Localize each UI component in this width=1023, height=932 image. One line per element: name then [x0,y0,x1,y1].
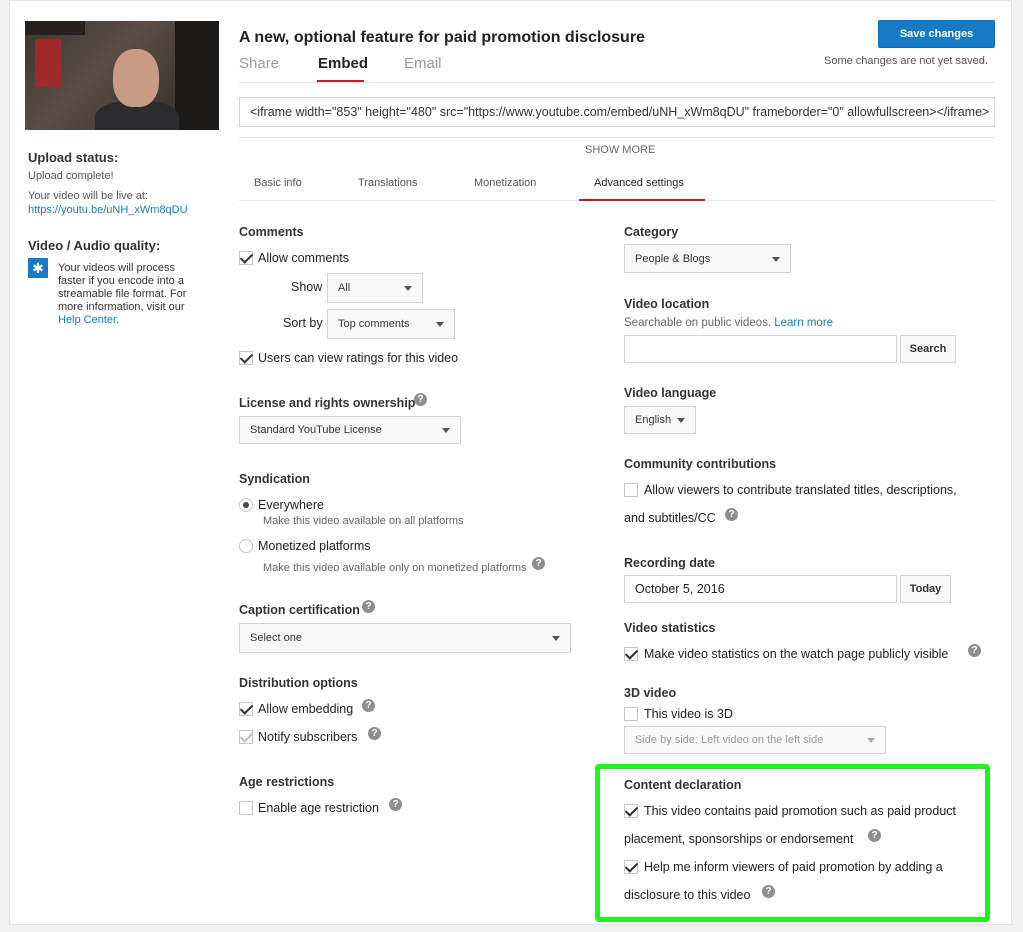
tab-embed[interactable]: Embed [318,55,368,72]
caption-dropdown[interactable]: Select one [239,623,571,653]
monetized-platforms-label: Monetized platforms [258,539,371,553]
chevron-down-icon [677,418,685,423]
statistics-label: Make video statistics on the watch page … [644,647,949,661]
today-button[interactable]: Today [900,575,951,603]
quality-text: Your videos will process faster if you e… [58,262,187,326]
view-ratings-checkbox[interactable] [239,351,253,365]
notify-subscribers-checkbox[interactable] [239,730,253,744]
video-title: A new, optional feature for paid promoti… [239,29,645,46]
monetized-platforms-desc: Make this video available only on moneti… [263,562,527,574]
recording-date-input[interactable]: October 5, 2016 [624,575,897,603]
learn-more-link[interactable]: Learn more [774,317,833,329]
everywhere-radio[interactable] [239,498,253,512]
community-label-line1: Allow viewers to contribute translated t… [644,483,957,497]
show-more-divider [239,137,995,138]
category-dropdown[interactable]: People & Blogs [624,244,791,273]
help-icon[interactable]: ? [414,393,427,406]
statistics-checkbox[interactable] [624,647,638,661]
header-divider [239,82,995,83]
chevron-down-icon [552,636,560,641]
allow-embedding-checkbox[interactable] [239,702,253,716]
location-search-button[interactable]: Search [900,335,956,363]
allow-embedding-label: Allow embedding [258,702,354,716]
show-more-button[interactable]: SHOW MORE [585,144,655,156]
allow-comments-label: Allow comments [258,251,349,265]
help-icon[interactable]: ? [532,557,545,570]
upload-status-heading: Upload status: [28,150,119,165]
chevron-down-icon [772,256,780,262]
3d-layout-dropdown[interactable]: Side by side: Left video on the left sid… [624,726,886,754]
sort-comments-dropdown[interactable]: Top comments [327,309,455,339]
tab-basic-info[interactable]: Basic info [254,177,302,189]
recording-heading: Recording date [624,556,715,570]
quality-heading: Video / Audio quality: [28,238,161,253]
age-restriction-checkbox[interactable] [239,801,253,815]
chevron-down-icon [436,322,444,327]
community-contributions-checkbox[interactable] [624,483,638,497]
statistics-heading: Video statistics [624,621,716,635]
location-heading: Video location [624,297,710,311]
star-icon: ✱ [28,258,48,278]
upload-status-text: Upload complete! [28,170,114,182]
license-heading: License and rights ownership [239,396,416,410]
help-center-link[interactable]: Help Center [58,314,116,326]
license-dropdown[interactable]: Standard YouTube License [239,416,461,444]
age-restriction-label: Enable age restriction [258,801,379,815]
3d-video-heading: 3D video [624,686,677,700]
community-label-line2: and subtitles/CC [624,511,716,525]
content-declaration-highlight [595,764,990,922]
sort-by-label: Sort by [283,316,323,330]
notify-subscribers-label: Notify subscribers [258,730,358,744]
tab-translations[interactable]: Translations [358,177,418,189]
syndication-heading: Syndication [239,472,310,486]
chevron-down-icon [442,428,450,433]
tab-advanced-settings[interactable]: Advanced settings [594,177,684,189]
help-icon[interactable]: ? [362,699,375,712]
save-status-text: Some changes are not yet saved. [824,55,988,67]
location-input[interactable] [624,335,897,363]
show-label: Show [291,280,323,294]
live-at-text: Your video will be live at: [28,190,149,202]
help-icon[interactable]: ? [368,727,381,740]
video-thumbnail[interactable] [25,21,219,130]
view-ratings-label: Users can view ratings for this video [258,351,459,365]
save-changes-button[interactable]: Save changes [878,20,995,48]
help-icon[interactable]: ? [362,600,375,613]
location-desc: Searchable on public videos. Learn more [624,317,834,329]
chevron-down-icon [404,286,412,291]
show-comments-dropdown[interactable]: All [327,273,423,303]
age-heading: Age restrictions [239,775,335,789]
advanced-tab-underline [579,199,705,201]
chevron-down-icon [867,738,875,743]
language-dropdown[interactable]: English [624,406,696,434]
monetized-platforms-radio[interactable] [239,539,253,553]
help-icon[interactable]: ? [389,798,402,811]
tab-monetization[interactable]: Monetization [474,177,536,189]
comments-heading: Comments [239,225,304,239]
allow-comments-checkbox[interactable] [239,251,253,265]
help-icon[interactable]: ? [725,508,738,521]
caption-heading: Caption certification [239,603,360,617]
category-heading: Category [624,225,679,239]
everywhere-desc: Make this video available on all platfor… [263,515,464,527]
tab-email[interactable]: Email [404,55,442,72]
everywhere-label: Everywhere [258,498,324,512]
3d-video-checkbox[interactable] [624,707,638,721]
distribution-heading: Distribution options [239,676,358,690]
community-heading: Community contributions [624,457,777,471]
help-icon[interactable]: ? [968,644,981,657]
video-url-link[interactable]: https://youtu.be/uNH_xWm8qDU [28,204,188,216]
embed-code-field[interactable]: <iframe width="853" height="480" src="ht… [239,97,995,127]
language-heading: Video language [624,386,717,400]
3d-video-label: This video is 3D [644,707,733,721]
tab-share[interactable]: Share [239,55,279,72]
